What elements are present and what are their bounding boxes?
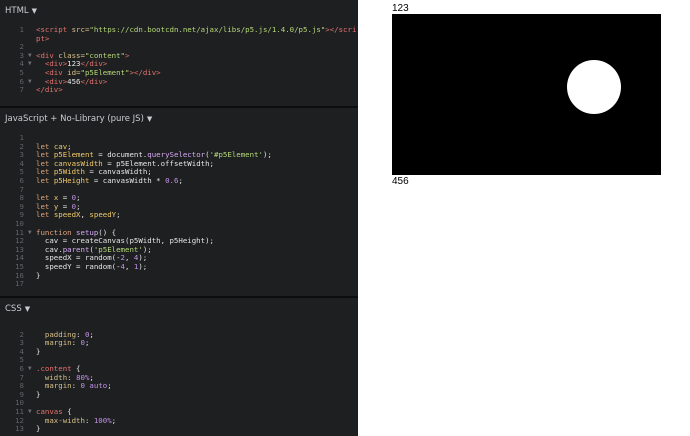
html-panel-header[interactable]: HTML ▼ [0,0,358,22]
code-text: } [36,424,41,434]
fold-arrow-icon[interactable]: ▼ [28,408,32,417]
code-token: </div> [36,85,63,95]
code-token: ; [84,338,90,348]
fold-arrow-icon[interactable]: ▼ [28,365,32,374]
code-token: ; [111,415,117,425]
code-token: } [36,424,41,434]
preview-text-bottom: 456 [392,176,409,187]
code-text: </div> [36,85,63,95]
code-line[interactable]: 12 max-width: 100%; [0,415,358,426]
code-token: speedY = random(- [36,261,121,271]
code-text: } [36,346,41,357]
code-line[interactable]: 17 [0,279,358,289]
code-token: } [36,389,41,399]
code-token: } [36,346,41,356]
preview-text-top: 123 [392,3,409,14]
code-token: = canvasWidth * [89,175,166,185]
css-panel-title: CSS [5,304,22,314]
result-preview: 123 456 [358,0,690,436]
code-line[interactable]: 15 speedY = random(-4, 1); [0,261,358,272]
code-text: } [36,270,41,281]
code-token: 456 [67,76,81,86]
code-token: ></div> [129,67,161,77]
fold-arrow-icon[interactable]: ▼ [28,229,32,238]
code-token: ; [178,175,183,185]
code-token: 100% [93,415,112,425]
code-text: <script src="https://cdn.bootcdn.net/aja… [36,25,357,35]
js-panel-title: JavaScript + No-Library (pure JS) [5,114,144,124]
code-token: ; [107,381,112,391]
code-text: } [36,389,41,400]
code-line[interactable]: 8 margin: 0 auto; [0,381,358,391]
code-token: } [36,270,41,280]
code-line[interactable]: 16} [0,270,358,281]
p5-canvas[interactable] [392,14,661,175]
code-token: auto [89,381,108,391]
chevron-down-icon[interactable]: ▼ [147,115,152,123]
code-token: pt> [36,33,50,43]
fold-arrow-icon[interactable]: ▼ [28,60,32,69]
code-token: "https://cdn.bootcdn.net/ajax/libs/p5.js… [89,25,326,34]
line-number: 1 [19,25,24,34]
code-text: let speedX, speedY; [36,211,121,220]
line-number: 17 [15,279,24,289]
line-number: 7 [19,85,24,95]
code-token: let [36,210,54,220]
html-panel: HTML ▼ 1 <script src="https://cdn.bootcdn… [0,0,358,106]
css-panel: CSS ▼ 2 padding: 0; 3 margin: 0; 4} 5 6 ▼ .con… [0,298,358,436]
code-token: : [84,415,94,425]
code-text: margin: 0 auto; [36,381,112,391]
code-line[interactable]: 7 </div> [0,85,358,95]
chevron-down-icon[interactable]: ▼ [25,305,30,313]
code-token: speedX [53,210,81,220]
code-token: : [71,338,81,348]
code-line[interactable]: 13} [0,424,358,434]
code-line[interactable]: 6 let p5Height = canvasWidth * 0.6; [0,175,358,186]
code-text: speedY = random(-4, 1); [36,261,148,272]
css-panel-header[interactable]: CSS ▼ [0,298,358,320]
code-token: p5Height [53,175,90,185]
code-token: ; [116,210,121,220]
html-code[interactable]: 1 <script src="https://cdn.bootcdn.net/aj… [0,25,358,95]
code-token: margin [44,381,72,391]
code-text: let p5Height = canvasWidth * 0.6; [36,175,183,186]
code-line[interactable]: 9} [0,389,358,400]
js-code[interactable]: 1 2 let cav; 3 let p5Element = document.quer… [0,133,358,289]
code-text: max-width: 100%; [36,415,117,426]
code-token: '#p5Element' [209,150,263,160]
code-token: 0.6 [165,175,179,185]
code-line[interactable]: pt> [0,33,358,44]
code-line[interactable]: 9 let speedX, speedY; [0,211,358,220]
code-text: margin: 0; [36,338,90,348]
code-token: ); [138,261,148,271]
code-token: margin [44,338,72,348]
code-editor: HTML ▼ 1 <script src="https://cdn.bootcdn… [0,0,358,436]
code-line[interactable]: 4} [0,346,358,357]
ball [567,60,621,114]
code-token: , [125,261,134,271]
css-code[interactable]: 2 padding: 0; 3 margin: 0; 4} 5 6 ▼ .content {… [0,322,358,434]
line-number: 13 [15,424,24,434]
code-token: > [125,50,130,60]
code-token: ); [262,150,272,160]
code-token: </div> [80,76,108,86]
code-token: ></scri [325,25,357,34]
js-panel-header[interactable]: JavaScript + No-Library (pure JS) ▼ [0,108,358,130]
code-token: let [36,175,54,185]
js-panel: JavaScript + No-Library (pure JS) ▼ 1 2 le… [0,108,358,296]
fold-arrow-icon[interactable]: ▼ [28,52,32,61]
code-token: ; [89,329,94,339]
code-line[interactable]: 3 margin: 0; [0,338,358,348]
fold-arrow-icon[interactable]: ▼ [28,78,32,87]
code-text: pt> [36,33,50,44]
code-line[interactable]: 1 <script src="https://cdn.bootcdn.net/aj… [0,25,358,35]
code-token: src= [71,25,90,34]
code-token: speedY [89,210,117,220]
code-token: : [71,381,81,391]
code-token: max-width [44,415,85,425]
html-panel-title: HTML [5,6,29,16]
chevron-down-icon[interactable]: ▼ [32,7,37,15]
